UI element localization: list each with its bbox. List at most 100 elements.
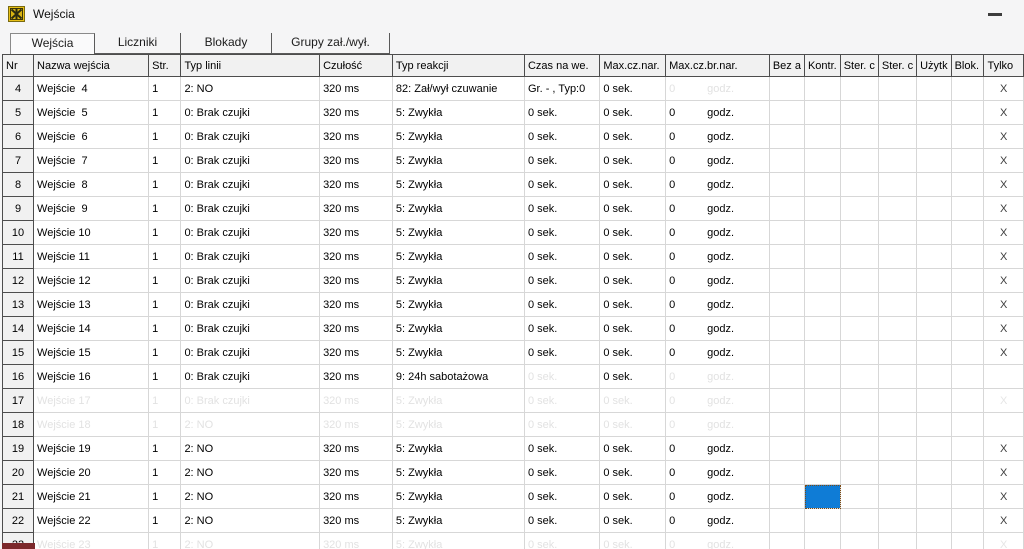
cell-line[interactable]: 0: Brak czujki bbox=[181, 125, 320, 149]
cell-maxv[interactable]: 0 sek. bbox=[600, 389, 666, 413]
cell-flag-c6[interactable] bbox=[952, 509, 985, 533]
cell-nr[interactable]: 17 bbox=[2, 389, 34, 413]
tab-blokady[interactable]: Blokady bbox=[181, 33, 272, 54]
cell-flag-c5[interactable] bbox=[917, 461, 952, 485]
cell-sens[interactable]: 320 ms bbox=[320, 101, 393, 125]
cell-maxv[interactable]: 0 sek. bbox=[600, 461, 666, 485]
cell-entry[interactable]: 0 sek. bbox=[525, 125, 600, 149]
cell-name[interactable]: Wejście 11 bbox=[34, 245, 149, 269]
cell-flag-c6[interactable] bbox=[952, 485, 985, 509]
cell-flag-c3[interactable] bbox=[841, 125, 879, 149]
tab-grupy-zał-wył-[interactable]: Grupy zał./wył. bbox=[272, 33, 390, 54]
cell-flag-c2[interactable] bbox=[805, 245, 841, 269]
cell-line[interactable]: 0: Brak czujki bbox=[181, 221, 320, 245]
cell-line[interactable]: 0: Brak czujki bbox=[181, 317, 320, 341]
cell-flag-c1[interactable] bbox=[770, 389, 805, 413]
cell-flag-c5[interactable] bbox=[917, 293, 952, 317]
cell-sens[interactable]: 320 ms bbox=[320, 485, 393, 509]
cell-line[interactable]: 2: NO bbox=[181, 77, 320, 101]
cell-flag-c1[interactable] bbox=[770, 125, 805, 149]
cell-react[interactable]: 5: Zwykła bbox=[393, 269, 525, 293]
cell-entry[interactable]: 0 sek. bbox=[525, 245, 600, 269]
cell-str[interactable]: 1 bbox=[149, 413, 181, 437]
cell-flag-c6[interactable] bbox=[952, 461, 985, 485]
cell-line[interactable]: 0: Brak czujki bbox=[181, 101, 320, 125]
cell-line[interactable]: 0: Brak czujki bbox=[181, 197, 320, 221]
cell-flag-c2[interactable] bbox=[805, 437, 841, 461]
cell-flag-c2[interactable] bbox=[805, 101, 841, 125]
cell-flag-c4[interactable] bbox=[879, 101, 917, 125]
cell-flag-c1[interactable] bbox=[770, 173, 805, 197]
cell-entry[interactable]: 0 sek. bbox=[525, 317, 600, 341]
cell-flag-c6[interactable] bbox=[952, 197, 985, 221]
cell-flag-c2[interactable] bbox=[805, 461, 841, 485]
cell-flag-c6[interactable] bbox=[952, 101, 985, 125]
cell-flag-c5[interactable] bbox=[917, 173, 952, 197]
cell-flag-c3[interactable] bbox=[841, 173, 879, 197]
cell-flag-c3[interactable] bbox=[841, 533, 879, 549]
cell-sens[interactable]: 320 ms bbox=[320, 317, 393, 341]
cell-name[interactable]: Wejście 10 bbox=[34, 221, 149, 245]
cell-flag-c6[interactable] bbox=[952, 125, 985, 149]
cell-maxnv[interactable]: 0godz. bbox=[666, 101, 770, 125]
cell-flag-c5[interactable] bbox=[917, 125, 952, 149]
cell-flag-c2[interactable] bbox=[805, 197, 841, 221]
cell-flag-c1[interactable] bbox=[770, 221, 805, 245]
cell-line[interactable]: 0: Brak czujki bbox=[181, 269, 320, 293]
cell-sens[interactable]: 320 ms bbox=[320, 245, 393, 269]
cell-flag-c7[interactable]: X bbox=[984, 461, 1024, 485]
cell-name[interactable]: Wejście 5 bbox=[34, 101, 149, 125]
cell-maxv[interactable]: 0 sek. bbox=[600, 533, 666, 549]
cell-flag-c7[interactable]: X bbox=[984, 221, 1024, 245]
cell-react[interactable]: 5: Zwykła bbox=[393, 173, 525, 197]
cell-entry[interactable]: 0 sek. bbox=[525, 173, 600, 197]
cell-line[interactable]: 0: Brak czujki bbox=[181, 341, 320, 365]
cell-maxnv[interactable]: 0godz. bbox=[666, 437, 770, 461]
cell-sens[interactable]: 320 ms bbox=[320, 149, 393, 173]
cell-line[interactable]: 2: NO bbox=[181, 413, 320, 437]
cell-sens[interactable]: 320 ms bbox=[320, 125, 393, 149]
cell-react[interactable]: 5: Zwykła bbox=[393, 197, 525, 221]
cell-entry[interactable]: 0 sek. bbox=[525, 149, 600, 173]
cell-entry[interactable]: 0 sek. bbox=[525, 101, 600, 125]
cell-nr[interactable]: 19 bbox=[2, 437, 34, 461]
cell-flag-c3[interactable] bbox=[841, 101, 879, 125]
cell-flag-c6[interactable] bbox=[952, 341, 985, 365]
selected-cell[interactable] bbox=[805, 485, 841, 509]
cell-maxv[interactable]: 0 sek. bbox=[600, 101, 666, 125]
cell-maxnv[interactable]: 0godz. bbox=[666, 461, 770, 485]
cell-line[interactable]: 2: NO bbox=[181, 533, 320, 549]
cell-flag-c2[interactable] bbox=[805, 341, 841, 365]
cell-flag-c6[interactable] bbox=[952, 533, 985, 549]
cell-sens[interactable]: 320 ms bbox=[320, 365, 393, 389]
cell-maxv[interactable]: 0 sek. bbox=[600, 221, 666, 245]
cell-nr[interactable]: 16 bbox=[2, 365, 34, 389]
cell-str[interactable]: 1 bbox=[149, 269, 181, 293]
cell-nr[interactable]: 8 bbox=[2, 173, 34, 197]
cell-maxnv[interactable]: 0godz. bbox=[666, 221, 770, 245]
cell-flag-c3[interactable] bbox=[841, 509, 879, 533]
cell-react[interactable]: 5: Zwykła bbox=[393, 245, 525, 269]
cell-flag-c4[interactable] bbox=[879, 77, 917, 101]
cell-flag-c1[interactable] bbox=[770, 461, 805, 485]
tab-liczniki[interactable]: Liczniki bbox=[95, 33, 181, 54]
cell-entry[interactable]: 0 sek. bbox=[525, 509, 600, 533]
cell-flag-c6[interactable] bbox=[952, 437, 985, 461]
cell-flag-c4[interactable] bbox=[879, 341, 917, 365]
cell-flag-c1[interactable] bbox=[770, 533, 805, 549]
cell-flag-c4[interactable] bbox=[879, 197, 917, 221]
cell-name[interactable]: Wejście 19 bbox=[34, 437, 149, 461]
cell-entry[interactable]: 0 sek. bbox=[525, 341, 600, 365]
cell-react[interactable]: 5: Zwykła bbox=[393, 293, 525, 317]
cell-nr[interactable]: 5 bbox=[2, 101, 34, 125]
cell-flag-c2[interactable] bbox=[805, 365, 841, 389]
cell-entry[interactable]: Gr. - , Typ:0 bbox=[525, 77, 600, 101]
cell-entry[interactable]: 0 sek. bbox=[525, 269, 600, 293]
cell-react[interactable]: 5: Zwykła bbox=[393, 101, 525, 125]
cell-maxnv[interactable]: 0godz. bbox=[666, 245, 770, 269]
cell-str[interactable]: 1 bbox=[149, 125, 181, 149]
cell-nr[interactable]: 18 bbox=[2, 413, 34, 437]
cell-maxnv[interactable]: 0godz. bbox=[666, 509, 770, 533]
cell-flag-c1[interactable] bbox=[770, 341, 805, 365]
cell-entry[interactable]: 0 sek. bbox=[525, 413, 600, 437]
